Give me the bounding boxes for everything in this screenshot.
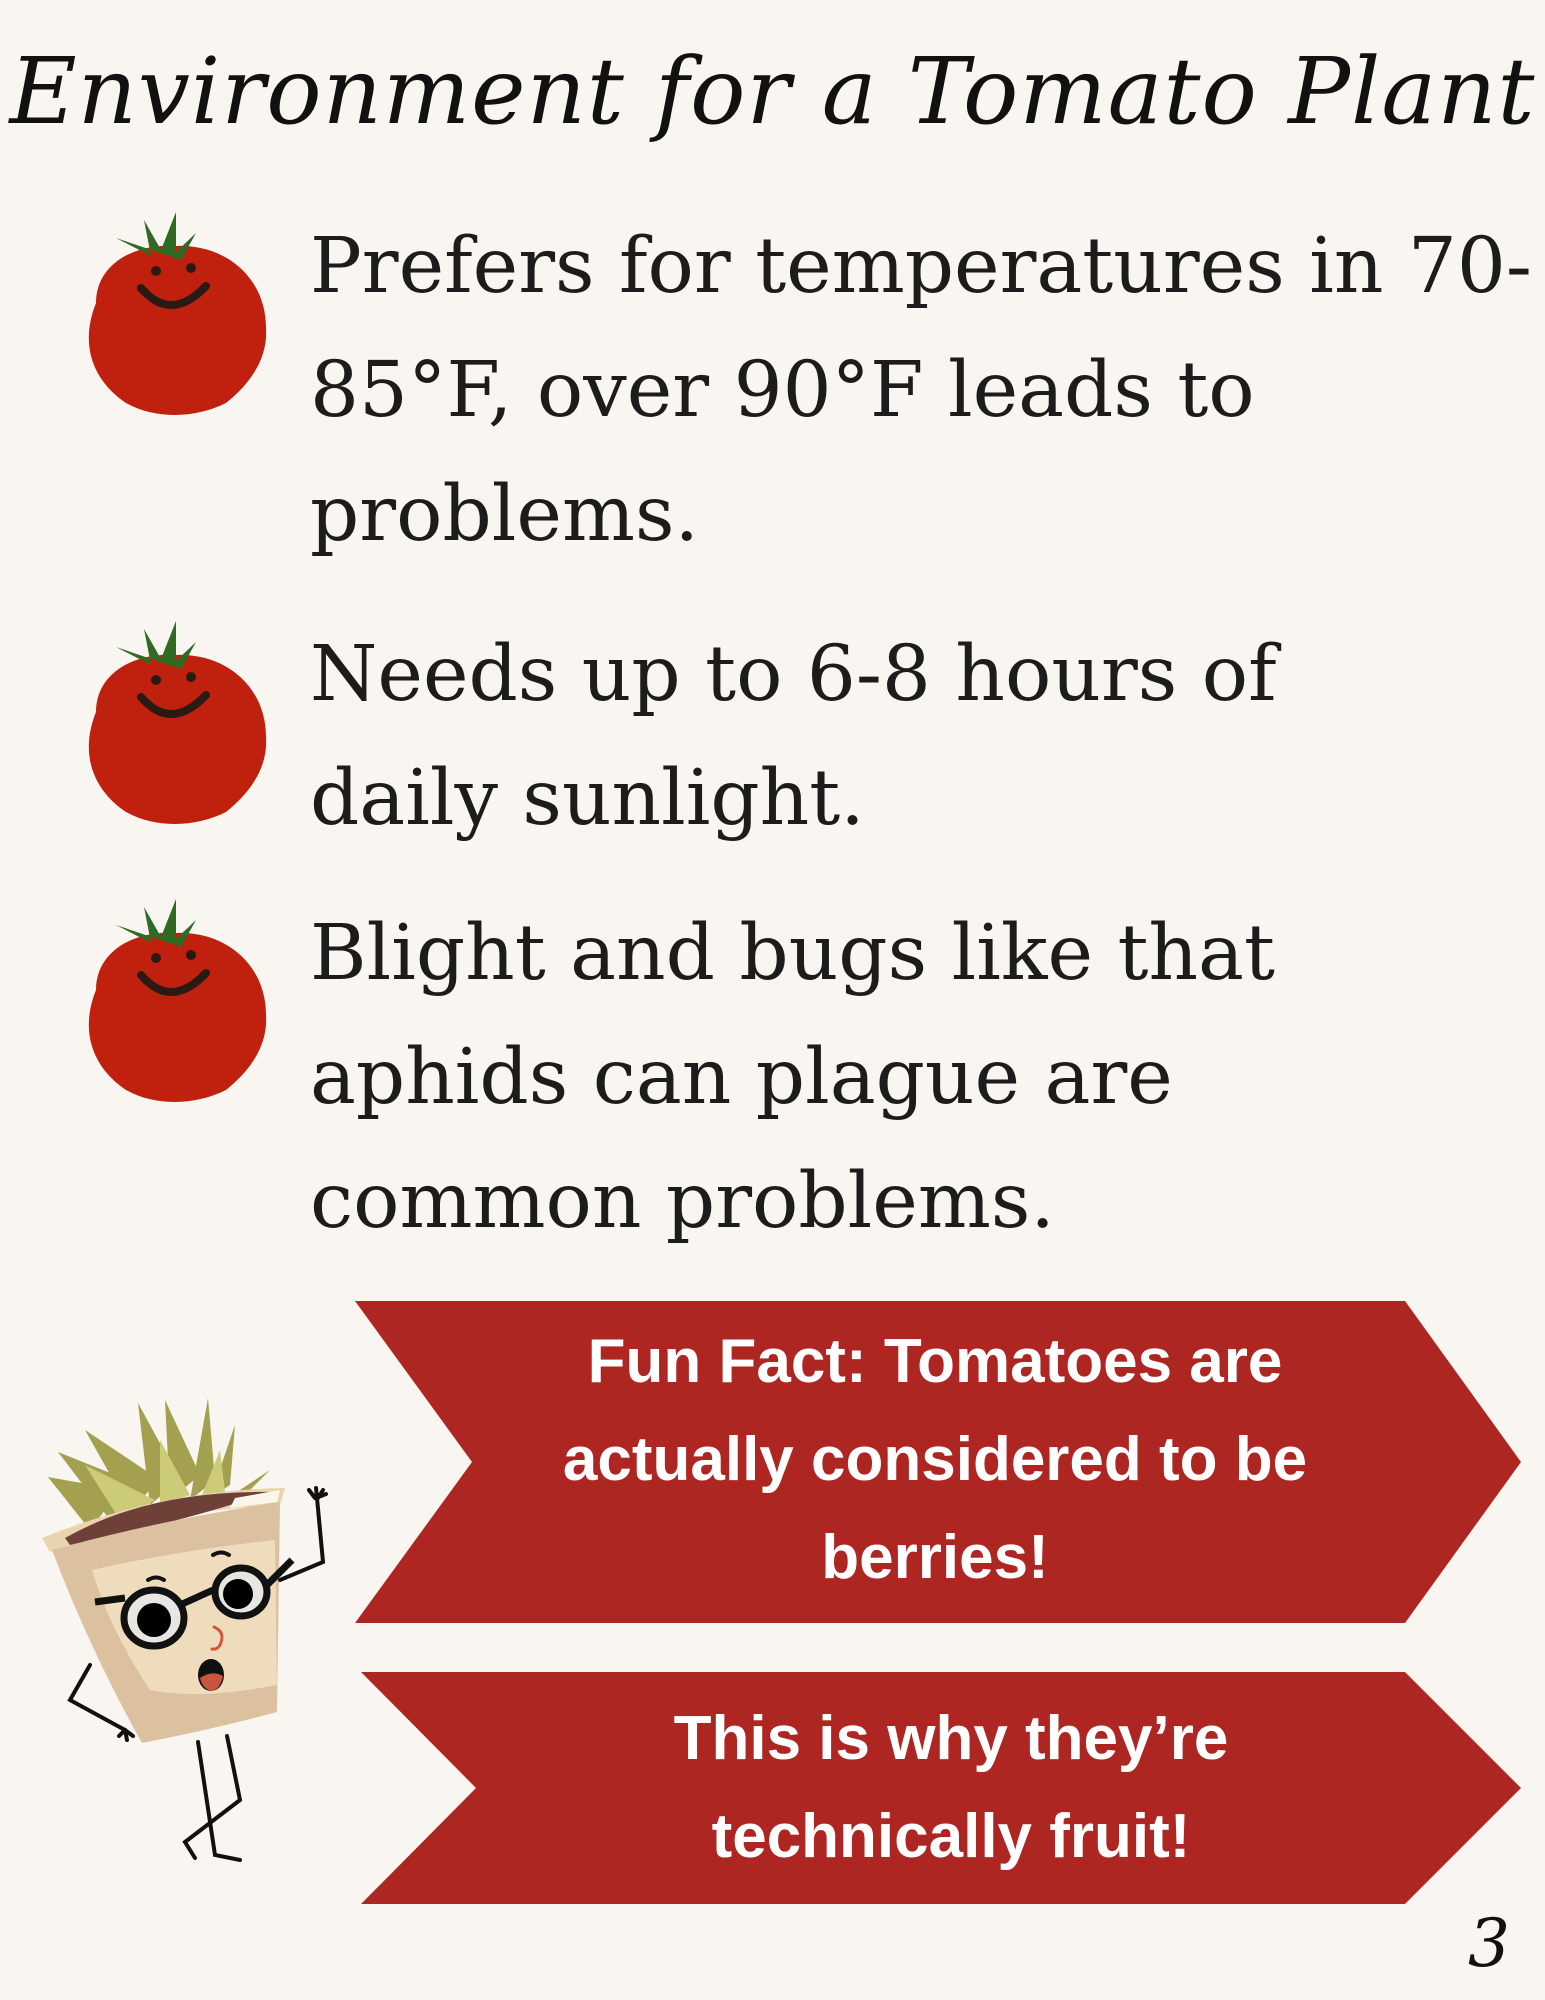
fruit-fact-text: This is why they’re technically fruit! (673, 1704, 1229, 1871)
fun-fact-banner: Fun Fact: Tomatoes are actually consider… (355, 1301, 1521, 1623)
page-title: Environment for a Tomato Plant (9, 38, 1536, 145)
plant-pot-character-illustration (42, 1398, 328, 1862)
page-number: 3 (1468, 1905, 1510, 1982)
bullet-point-sunlight: Needs up to 6-8 hours of daily sunlight. (310, 630, 1277, 843)
smiling-tomato-icon (88, 899, 267, 1103)
fruit-fact-banner: This is why they’re technically fruit! (361, 1672, 1521, 1904)
bullet-point-pests: Blight and bugs like that aphids can pla… (310, 909, 1275, 1246)
smiling-tomato-icon (88, 621, 267, 825)
smiling-tomato-icon (88, 212, 267, 416)
fun-fact-text: Fun Fact: Tomatoes are actually consider… (562, 1327, 1308, 1592)
bullet-point-temperature: Prefers for temperatures in 70-85°F, ove… (310, 222, 1532, 559)
